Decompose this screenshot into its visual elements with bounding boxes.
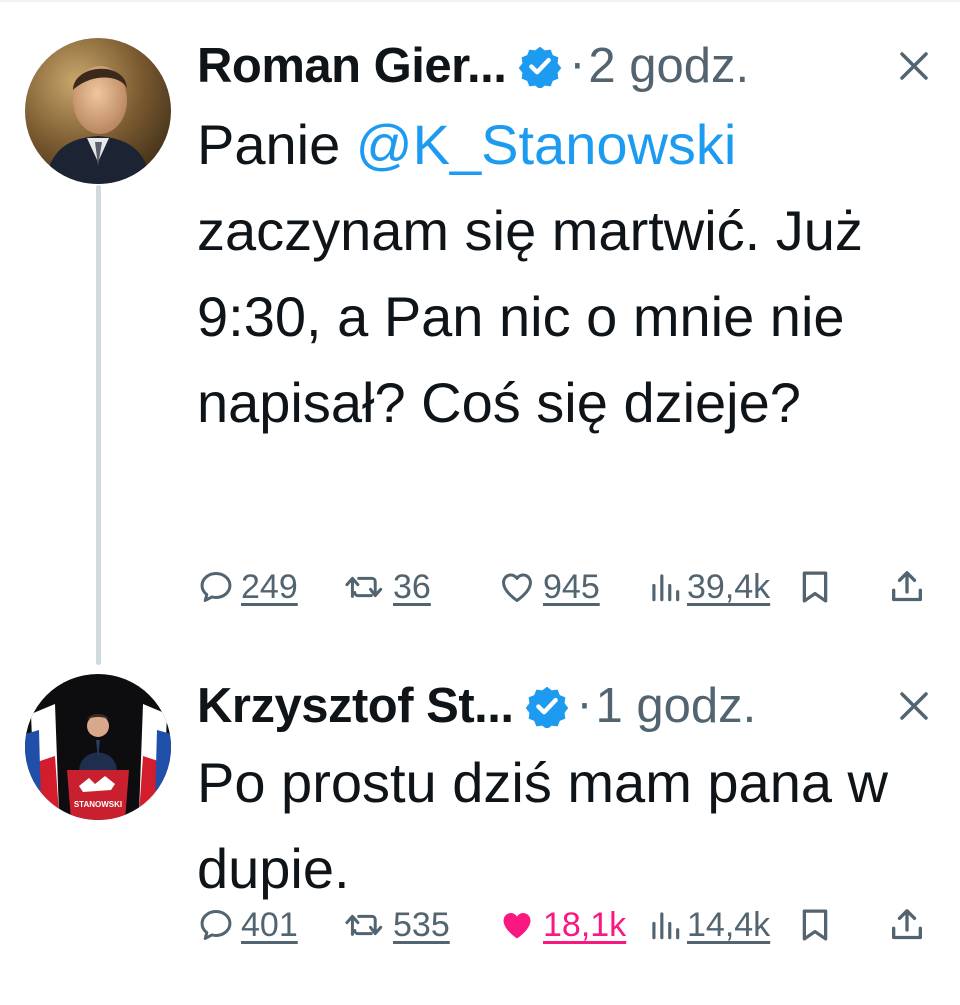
tweet-text-rest: zaczynam się martwić. Już 9:30, a Pan ni… [197, 199, 863, 434]
reply-count: 401 [241, 905, 298, 944]
like-count: 18,1k [543, 905, 627, 944]
tweet-header: Krzysztof St... · 1 godz. [197, 676, 934, 736]
retweet-button[interactable]: 36 [343, 562, 431, 612]
reply-icon [200, 910, 232, 940]
tweet-actions: 401 535 18,1k 14,4k [197, 900, 934, 950]
tweet-actions: 249 36 945 39,4k [197, 562, 934, 612]
avatar[interactable]: STANOWSKI [25, 674, 171, 820]
separator-dot: · [577, 680, 592, 732]
retweet-icon [345, 576, 383, 598]
share-icon [892, 571, 922, 602]
bookmark-icon [802, 571, 828, 603]
bookmark-button[interactable] [797, 562, 833, 612]
author-name[interactable]: Roman Gier... [197, 38, 507, 94]
close-icon[interactable] [894, 686, 934, 726]
retweet-button[interactable]: 535 [343, 900, 450, 950]
avatar[interactable] [25, 38, 171, 184]
tweet-text-prefix: Panie [197, 113, 356, 176]
mention-link[interactable]: @K_Stanowski [356, 113, 737, 176]
views-button[interactable]: 14,4k [649, 900, 770, 950]
share-button[interactable] [887, 900, 927, 950]
tweet-text: Panie @K_Stanowski zaczynam się martwić.… [197, 102, 920, 446]
avatar-portrait-image [25, 38, 171, 184]
reply-button[interactable]: 249 [197, 562, 298, 612]
like-count: 945 [543, 567, 600, 606]
tweet-1[interactable]: Roman Gier... · 2 godz. Panie @K_Stanows… [0, 0, 960, 660]
share-button[interactable] [887, 562, 927, 612]
timestamp[interactable]: 1 godz. [595, 678, 756, 734]
views-count: 39,4k [687, 567, 771, 606]
share-icon [892, 909, 922, 940]
reply-button[interactable]: 401 [197, 900, 298, 950]
retweet-count: 535 [393, 905, 450, 944]
retweet-icon [345, 914, 383, 936]
reply-icon [200, 572, 232, 602]
timestamp[interactable]: 2 godz. [588, 38, 749, 94]
bookmark-icon [802, 909, 828, 941]
author-name[interactable]: Krzysztof St... [197, 678, 514, 734]
close-icon[interactable] [894, 46, 934, 86]
tweet-header: Roman Gier... · 2 godz. [197, 36, 934, 96]
like-button[interactable]: 945 [497, 562, 600, 612]
views-count: 14,4k [687, 905, 771, 944]
heart-icon [503, 913, 531, 939]
tweet-2[interactable]: STANOWSKI Krzysztof St... · 1 godz. Po p… [0, 660, 960, 1005]
reply-count: 249 [241, 567, 298, 606]
verified-badge-icon [519, 46, 562, 88]
verified-badge-icon [526, 686, 569, 728]
retweet-count: 36 [393, 567, 431, 606]
podium-label: STANOWSKI [74, 800, 122, 809]
views-icon [652, 912, 680, 940]
views-icon [652, 574, 680, 602]
views-button[interactable]: 39,4k [649, 562, 770, 612]
separator-dot: · [570, 40, 585, 92]
bookmark-button[interactable] [797, 900, 833, 950]
avatar-podium-image: STANOWSKI [25, 674, 171, 820]
heart-icon [502, 573, 532, 602]
like-button[interactable]: 18,1k [497, 900, 626, 950]
tweet-text: Po prostu dziś mam pana w dupie. [197, 751, 888, 900]
